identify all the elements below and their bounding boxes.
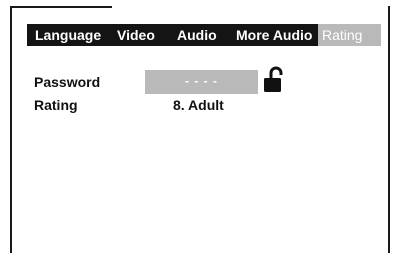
password-label: Password — [34, 74, 101, 90]
tab-rating[interactable]: Rating — [318, 24, 381, 46]
setup-tab-bar: Language Video Audio More Audio Rating — [27, 24, 381, 46]
rating-label: Rating — [34, 97, 78, 113]
frame-border-top — [10, 6, 112, 8]
frame-border-left — [10, 6, 12, 253]
tab-audio[interactable]: Audio — [168, 24, 228, 46]
dvd-setup-screen: Language Video Audio More Audio Rating P… — [0, 0, 393, 253]
tab-video[interactable]: Video — [111, 24, 168, 46]
unlocked-padlock-icon[interactable] — [262, 66, 286, 94]
frame-border-right — [388, 6, 390, 253]
tab-more-audio[interactable]: More Audio — [228, 24, 318, 46]
password-field[interactable]: - - - - — [145, 70, 258, 94]
rating-value[interactable]: 8. Adult — [173, 97, 224, 113]
tab-language[interactable]: Language — [27, 24, 111, 46]
